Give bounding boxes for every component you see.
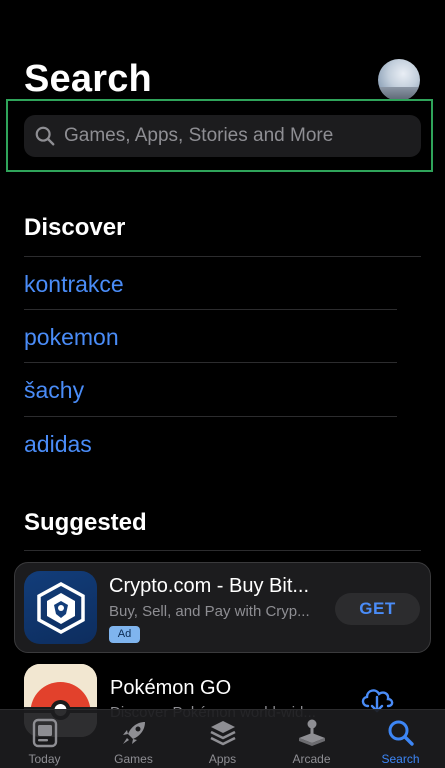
discover-title: Discover	[24, 214, 126, 241]
tab-label: Today	[28, 752, 61, 766]
tab-label: Search	[381, 752, 420, 766]
discover-link-kontrakce[interactable]: kontrakce	[24, 271, 124, 298]
app-store-search-screen: Search Discover kontrakce pokemon šachy …	[0, 0, 445, 768]
divider	[24, 256, 421, 257]
search-bar[interactable]	[24, 115, 421, 157]
divider	[24, 550, 421, 551]
search-icon	[35, 126, 55, 146]
app-subtitle: Buy, Sell, and Pay with Cryp...	[109, 603, 310, 620]
tab-label: Apps	[208, 752, 237, 766]
page-title: Search	[24, 58, 152, 100]
tab-label: Games	[114, 752, 153, 766]
ad-badge: Ad	[109, 626, 140, 643]
get-button[interactable]: GET	[335, 593, 420, 625]
app-name: Crypto.com - Buy Bit...	[109, 575, 310, 597]
suggested-app-card-crypto[interactable]: Crypto.com - Buy Bit... Buy, Sell, and P…	[14, 562, 431, 653]
tab-apps[interactable]: Apps	[178, 710, 267, 768]
tab-search[interactable]: Search	[356, 710, 445, 768]
discover-link-adidas[interactable]: adidas	[24, 431, 92, 458]
discover-link-sachy[interactable]: šachy	[24, 377, 84, 404]
divider	[24, 362, 397, 363]
discover-link-pokemon[interactable]: pokemon	[24, 324, 119, 351]
suggested-title: Suggested	[24, 509, 147, 536]
tab-label: Arcade	[292, 752, 331, 766]
crypto-lion-shield-icon	[24, 571, 97, 644]
tab-bar: Today Games Apps Arcade Search	[0, 709, 445, 768]
divider	[24, 309, 397, 310]
app-name: Pokémon GO	[110, 677, 232, 699]
tab-games[interactable]: Games	[89, 710, 178, 768]
search-icon	[388, 720, 414, 746]
search-input[interactable]	[56, 115, 421, 157]
tab-arcade[interactable]: Arcade	[267, 710, 356, 768]
today-icon	[32, 718, 57, 748]
rocket-icon	[122, 722, 145, 744]
account-avatar[interactable]	[378, 59, 420, 101]
divider	[24, 416, 397, 417]
tab-today[interactable]: Today	[0, 710, 89, 768]
apps-stack-icon	[209, 721, 236, 746]
joystick-icon	[298, 719, 325, 746]
